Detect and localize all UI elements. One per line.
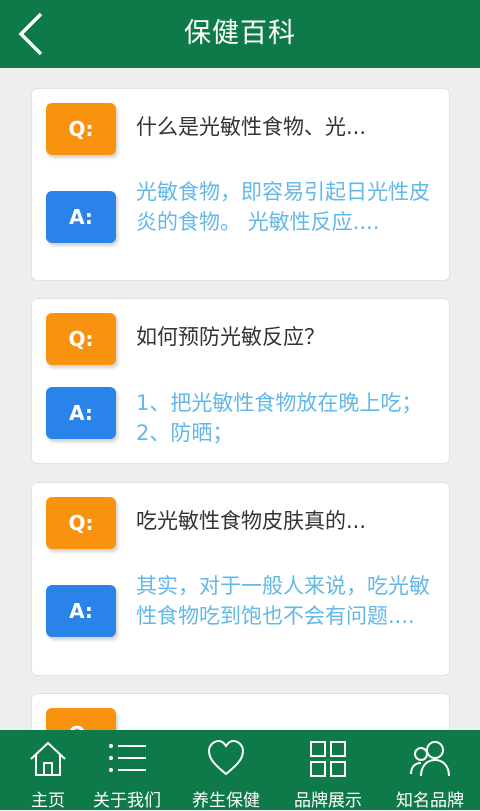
answer-badge: A:	[46, 585, 116, 637]
answer-text: 光敏食物，即容易引起日光性皮炎的食物。 光敏性反应....	[136, 180, 430, 234]
question-text: 吃光敏性食物皮肤真的...	[136, 509, 367, 533]
question-text: 如何预防光敏反应？	[136, 325, 325, 349]
answer-badge: A:	[46, 191, 116, 243]
question-badge: Q:	[46, 313, 116, 365]
tab-label: 品牌展示	[294, 791, 362, 811]
answer-text: 1、把光敏性食物放在晚上吃；2、防晒；	[136, 391, 423, 445]
heart-icon	[207, 739, 245, 776]
answer-badge: A:	[46, 387, 116, 439]
tab-brand-display[interactable]: 品牌展示	[280, 730, 376, 811]
answer-text: 其实，对于一般人来说，吃光敏性食物吃到饱也不会有问题....	[136, 574, 430, 628]
tab-label: 关于我们	[93, 791, 161, 811]
tab-label: 知名品牌	[396, 791, 464, 811]
qa-list[interactable]: Q: 什么是光敏性食物、光... A: 光敏食物，即容易引起日光性皮炎的食物。 …	[0, 68, 480, 730]
tab-famous-brands[interactable]: 知名品牌	[382, 730, 478, 811]
tab-about[interactable]: 关于我们	[79, 730, 175, 811]
qa-card[interactable]: Q:	[31, 693, 450, 730]
list-icon	[109, 744, 146, 772]
header-bar: 保健百科	[0, 0, 480, 68]
question-badge: Q:	[46, 497, 116, 549]
qa-card[interactable]: Q: 吃光敏性食物皮肤真的... A: 其实，对于一般人来说，吃光敏性食物吃到饱…	[31, 482, 450, 676]
bottom-tab-bar: 主页 关于我们 养生保健 品牌展示 知名品牌	[0, 730, 480, 811]
tab-label: 养生保健	[192, 791, 260, 811]
tab-health[interactable]: 养生保健	[178, 730, 274, 811]
qa-card[interactable]: Q: 如何预防光敏反应？ A: 1、把光敏性食物放在晚上吃；2、防晒；	[31, 298, 450, 464]
question-text: 什么是光敏性食物、光...	[136, 115, 367, 139]
grid-icon	[310, 741, 346, 777]
page-title: 保健百科	[184, 18, 296, 49]
question-badge: Q:	[46, 103, 116, 155]
qa-card[interactable]: Q: 什么是光敏性食物、光... A: 光敏食物，即容易引起日光性皮炎的食物。 …	[31, 88, 450, 281]
home-icon	[30, 741, 66, 776]
question-badge: Q:	[46, 708, 116, 730]
users-icon	[410, 741, 450, 777]
